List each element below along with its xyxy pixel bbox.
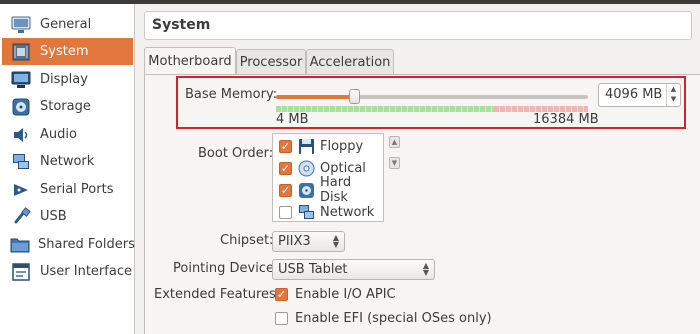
- sidebar-item-label: Storage: [40, 99, 91, 114]
- sidebar-item-shared-folders[interactable]: Shared Folders: [2, 231, 135, 258]
- checkbox[interactable]: ✓: [279, 139, 292, 153]
- checkbox[interactable]: ✓: [275, 288, 288, 301]
- chipset-select[interactable]: PIIX3 ▲ ▼: [272, 231, 345, 252]
- page-title-box: System: [144, 11, 692, 40]
- pointing-device-label: Pointing Device:: [173, 261, 279, 276]
- efi-option[interactable]: Enable EFI (special OSes only): [275, 311, 492, 326]
- checkbox[interactable]: ✓: [279, 161, 292, 175]
- sidebar-item-label: USB: [40, 209, 67, 224]
- page-title: System: [152, 17, 211, 33]
- sidebar-item-audio[interactable]: Audio: [2, 121, 133, 148]
- list-item-label: Floppy: [320, 138, 364, 154]
- efi-label: Enable EFI (special OSes only): [295, 311, 492, 326]
- network-icon: [298, 204, 315, 221]
- sidebar-item-user-interface[interactable]: User Interface: [2, 258, 133, 285]
- memory-value: 4096 MB: [605, 87, 663, 102]
- memory-spinbox[interactable]: 4096 MB ▲ ▼: [598, 83, 681, 107]
- tab-label: Processor: [239, 54, 303, 70]
- list-item[interactable]: ✓ Hard Disk: [273, 175, 383, 205]
- spin-arrows-icon[interactable]: ▲ ▼: [666, 84, 680, 106]
- checkbox[interactable]: [279, 205, 292, 219]
- extended-features-label: Extended Features:: [154, 287, 281, 302]
- list-item-label: Network: [320, 204, 375, 220]
- sidebar-item-network[interactable]: Network: [2, 148, 133, 175]
- sidebar-item-label: General: [40, 17, 92, 32]
- chipset-label: Chipset:: [220, 233, 274, 248]
- tab-label: Motherboard: [148, 54, 232, 69]
- boot-order-label: Boot Order:: [198, 146, 274, 161]
- tab-motherboard[interactable]: Motherboard: [144, 47, 236, 75]
- list-item[interactable]: ✓ Floppy: [273, 135, 383, 157]
- sidebar-item-label: Audio: [40, 127, 77, 142]
- memory-slider-fill: [276, 95, 354, 99]
- checkbox[interactable]: [275, 312, 288, 325]
- network-icon: [10, 151, 32, 173]
- sidebar-item-label: System: [40, 44, 89, 59]
- pointing-device-value: USB Tablet: [278, 262, 348, 277]
- sidebar-item-label: Shared Folders: [38, 237, 135, 252]
- usb-icon: [10, 206, 32, 228]
- list-item-label: Optical: [320, 160, 366, 176]
- sidebar-item-storage[interactable]: Storage: [2, 93, 133, 120]
- audio-icon: [10, 124, 32, 146]
- chevron-updown-icon: ▲ ▼: [422, 261, 429, 277]
- tab-processor[interactable]: Processor: [236, 49, 306, 74]
- optical-disc-icon: [298, 160, 315, 177]
- user-interface-icon: [10, 261, 32, 283]
- memory-max-label: 16384 MB: [533, 112, 599, 127]
- memory-scale-safe: [276, 106, 495, 112]
- move-down-icon[interactable]: ▼: [389, 157, 400, 169]
- io-apic-option[interactable]: ✓ Enable I/O APIC: [275, 287, 396, 302]
- storage-icon: [10, 96, 32, 118]
- sidebar-item-system[interactable]: System: [2, 38, 133, 65]
- settings-sidebar: General System Display Storage Audio Net…: [0, 4, 135, 334]
- chevron-updown-icon: ▲ ▼: [332, 233, 339, 249]
- checkbox[interactable]: ✓: [279, 183, 292, 197]
- io-apic-label: Enable I/O APIC: [295, 287, 396, 302]
- sidebar-item-label: Display: [40, 72, 88, 87]
- move-up-icon[interactable]: ▲: [389, 136, 400, 148]
- tab-acceleration[interactable]: Acceleration: [306, 49, 394, 74]
- tab-label: Acceleration: [309, 54, 391, 70]
- base-memory-label: Base Memory:: [185, 87, 278, 102]
- boot-order-list: ✓ Floppy ✓ Optical ✓ Hard Disk Network: [272, 133, 384, 222]
- memory-slider-handle[interactable]: [348, 89, 360, 104]
- sidebar-item-label: Network: [40, 154, 95, 169]
- pointing-device-select[interactable]: USB Tablet ▲ ▼: [272, 259, 435, 280]
- sidebar-item-usb[interactable]: USB: [2, 203, 133, 230]
- memory-min-label: 4 MB: [276, 112, 309, 127]
- shared-folders-icon: [10, 234, 30, 256]
- general-icon: [10, 14, 32, 36]
- chipset-value: PIIX3: [278, 234, 311, 249]
- list-item[interactable]: Network: [273, 201, 383, 223]
- sidebar-item-general[interactable]: General: [2, 11, 133, 38]
- sidebar-item-label: Serial Ports: [40, 182, 114, 197]
- display-icon: [10, 69, 32, 91]
- serial-ports-icon: [10, 179, 32, 201]
- system-icon: [10, 41, 32, 63]
- floppy-icon: [298, 138, 315, 155]
- hard-disk-icon: [298, 182, 315, 199]
- sidebar-item-label: User Interface: [40, 264, 132, 279]
- sidebar-item-serial-ports[interactable]: Serial Ports: [2, 176, 133, 203]
- sidebar-item-display[interactable]: Display: [2, 66, 133, 93]
